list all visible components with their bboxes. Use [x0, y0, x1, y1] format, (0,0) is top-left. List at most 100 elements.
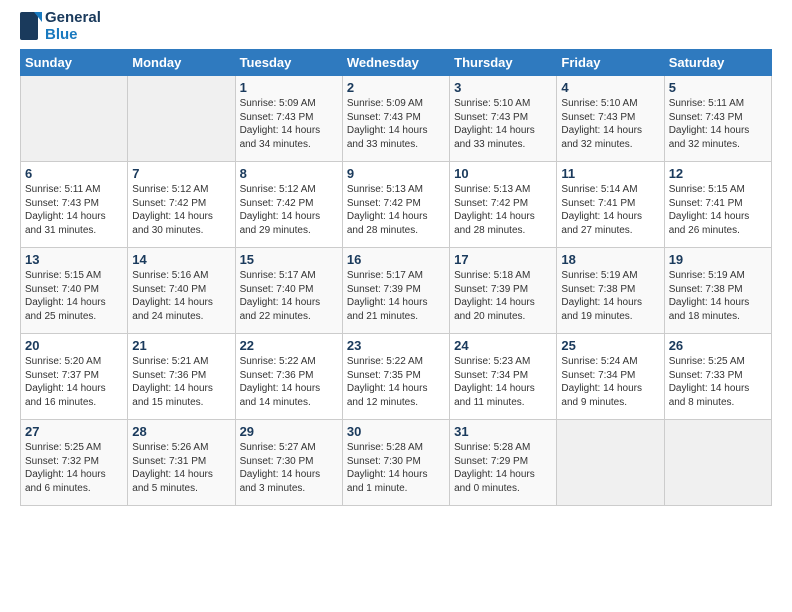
day-info: Sunrise: 5:10 AM Sunset: 7:43 PM Dayligh… — [561, 97, 659, 151]
calendar-cell: 10 Sunrise: 5:13 AM Sunset: 7:42 PM Dayli… — [450, 162, 557, 248]
weekday-header-saturday: Saturday — [664, 50, 771, 76]
day-info: Sunrise: 5:17 AM Sunset: 7:39 PM Dayligh… — [347, 269, 445, 323]
day-info: Sunrise: 5:21 AM Sunset: 7:36 PM Dayligh… — [132, 355, 230, 409]
calendar-body: 1 Sunrise: 5:09 AM Sunset: 7:43 PM Daylig… — [21, 76, 772, 506]
calendar-cell: 3Sunrise: 5:10 AM Sunset: 7:43 PM Daylig… — [450, 76, 557, 162]
day-number: 2 — [347, 80, 445, 95]
day-info: Sunrise: 5:13 AM Sunset: 7:42 PM Dayligh… — [454, 183, 552, 237]
calendar-cell: 18 Sunrise: 5:19 AM Sunset: 7:38 PM Dayli… — [557, 248, 664, 334]
calendar-cell: 7 Sunrise: 5:12 AM Sunset: 7:42 PM Daylig… — [128, 162, 235, 248]
calendar-cell: 24Sunrise: 5:23 AM Sunset: 7:34 PM Dayli… — [450, 334, 557, 420]
calendar-cell: 14 Sunrise: 5:16 AM Sunset: 7:40 PM Dayli… — [128, 248, 235, 334]
day-info: Sunrise: 5:13 AM Sunset: 7:42 PM Dayligh… — [347, 183, 445, 237]
calendar-cell — [664, 420, 771, 506]
day-number: 13 — [25, 252, 123, 267]
day-info: Sunrise: 5:28 AM Sunset: 7:29 PM Dayligh… — [454, 441, 552, 495]
logo-words: General Blue — [45, 10, 101, 43]
day-number: 1 — [240, 80, 338, 95]
day-number: 31 — [454, 424, 552, 439]
day-number: 5 — [669, 80, 767, 95]
calendar-cell: 1Sunrise: 5:09 AM Sunset: 7:43 PM Daylig… — [235, 76, 342, 162]
day-number: 18 — [561, 252, 659, 267]
day-number: 10 — [454, 166, 552, 181]
day-info: Sunrise: 5:24 AM Sunset: 7:34 PM Dayligh… — [561, 355, 659, 409]
day-info: Sunrise: 5:16 AM Sunset: 7:40 PM Dayligh… — [132, 269, 230, 323]
day-info: Sunrise: 5:12 AM Sunset: 7:42 PM Dayligh… — [132, 183, 230, 237]
day-info: Sunrise: 5:25 AM Sunset: 7:32 PM Dayligh… — [25, 441, 123, 495]
calendar-cell: 2 Sunrise: 5:09 AM Sunset: 7:43 PM Daylig… — [342, 76, 449, 162]
weekday-header-sunday: Sunday — [21, 50, 128, 76]
calendar-cell — [128, 76, 235, 162]
calendar-cell: 28 Sunrise: 5:26 AM Sunset: 7:31 PM Dayli… — [128, 420, 235, 506]
week-row-3: 13 Sunrise: 5:15 AM Sunset: 7:40 PM Dayli… — [21, 248, 772, 334]
weekday-header-monday: Monday — [128, 50, 235, 76]
day-info: Sunrise: 5:10 AM Sunset: 7:43 PM Dayligh… — [454, 97, 552, 151]
day-info: Sunrise: 5:22 AM Sunset: 7:35 PM Dayligh… — [347, 355, 445, 409]
calendar-cell: 15Sunrise: 5:17 AM Sunset: 7:40 PM Dayli… — [235, 248, 342, 334]
weekday-header-friday: Friday — [557, 50, 664, 76]
day-number: 9 — [347, 166, 445, 181]
logo-blue: Blue — [45, 27, 101, 44]
day-info: Sunrise: 5:22 AM Sunset: 7:36 PM Dayligh… — [240, 355, 338, 409]
day-number: 12 — [669, 166, 767, 181]
day-number: 7 — [132, 166, 230, 181]
day-info: Sunrise: 5:09 AM Sunset: 7:43 PM Dayligh… — [347, 97, 445, 151]
calendar-cell: 6Sunrise: 5:11 AM Sunset: 7:43 PM Daylig… — [21, 162, 128, 248]
day-info: Sunrise: 5:19 AM Sunset: 7:38 PM Dayligh… — [669, 269, 767, 323]
calendar-cell: 22 Sunrise: 5:22 AM Sunset: 7:36 PM Dayli… — [235, 334, 342, 420]
logo-general: General — [45, 10, 101, 27]
day-number: 22 — [240, 338, 338, 353]
day-info: Sunrise: 5:26 AM Sunset: 7:31 PM Dayligh… — [132, 441, 230, 495]
day-number: 20 — [25, 338, 123, 353]
day-number: 4 — [561, 80, 659, 95]
calendar-cell: 8Sunrise: 5:12 AM Sunset: 7:42 PM Daylig… — [235, 162, 342, 248]
calendar-cell — [557, 420, 664, 506]
calendar-cell: 21Sunrise: 5:21 AM Sunset: 7:36 PM Dayli… — [128, 334, 235, 420]
calendar-cell: 16Sunrise: 5:17 AM Sunset: 7:39 PM Dayli… — [342, 248, 449, 334]
calendar-cell: 23Sunrise: 5:22 AM Sunset: 7:35 PM Dayli… — [342, 334, 449, 420]
calendar-cell: 19 Sunrise: 5:19 AM Sunset: 7:38 PM Dayli… — [664, 248, 771, 334]
weekday-header-row: SundayMondayTuesdayWednesdayThursdayFrid… — [21, 50, 772, 76]
calendar-cell — [21, 76, 128, 162]
day-info: Sunrise: 5:11 AM Sunset: 7:43 PM Dayligh… — [669, 97, 767, 151]
calendar-cell: 5 Sunrise: 5:11 AM Sunset: 7:43 PM Daylig… — [664, 76, 771, 162]
calendar-cell: 31 Sunrise: 5:28 AM Sunset: 7:29 PM Dayli… — [450, 420, 557, 506]
day-info: Sunrise: 5:18 AM Sunset: 7:39 PM Dayligh… — [454, 269, 552, 323]
day-number: 19 — [669, 252, 767, 267]
week-row-5: 27Sunrise: 5:25 AM Sunset: 7:32 PM Dayli… — [21, 420, 772, 506]
day-info: Sunrise: 5:20 AM Sunset: 7:37 PM Dayligh… — [25, 355, 123, 409]
calendar-cell: 29Sunrise: 5:27 AM Sunset: 7:30 PM Dayli… — [235, 420, 342, 506]
week-row-4: 20 Sunrise: 5:20 AM Sunset: 7:37 PM Dayli… — [21, 334, 772, 420]
week-row-1: 1 Sunrise: 5:09 AM Sunset: 7:43 PM Daylig… — [21, 76, 772, 162]
weekday-header-tuesday: Tuesday — [235, 50, 342, 76]
day-number: 25 — [561, 338, 659, 353]
logo-text-block: General Blue — [20, 10, 101, 43]
logo: General Blue — [20, 10, 101, 43]
calendar-cell: 9 Sunrise: 5:13 AM Sunset: 7:42 PM Daylig… — [342, 162, 449, 248]
day-info: Sunrise: 5:25 AM Sunset: 7:33 PM Dayligh… — [669, 355, 767, 409]
day-number: 29 — [240, 424, 338, 439]
weekday-header-thursday: Thursday — [450, 50, 557, 76]
day-number: 30 — [347, 424, 445, 439]
day-number: 14 — [132, 252, 230, 267]
calendar-cell: 27Sunrise: 5:25 AM Sunset: 7:32 PM Dayli… — [21, 420, 128, 506]
calendar-table: SundayMondayTuesdayWednesdayThursdayFrid… — [20, 49, 772, 506]
calendar-cell: 30Sunrise: 5:28 AM Sunset: 7:30 PM Dayli… — [342, 420, 449, 506]
calendar-cell: 12Sunrise: 5:15 AM Sunset: 7:41 PM Dayli… — [664, 162, 771, 248]
day-number: 28 — [132, 424, 230, 439]
day-info: Sunrise: 5:17 AM Sunset: 7:40 PM Dayligh… — [240, 269, 338, 323]
calendar-cell: 20 Sunrise: 5:20 AM Sunset: 7:37 PM Dayli… — [21, 334, 128, 420]
calendar-cell: 4 Sunrise: 5:10 AM Sunset: 7:43 PM Daylig… — [557, 76, 664, 162]
day-number: 6 — [25, 166, 123, 181]
week-row-2: 6Sunrise: 5:11 AM Sunset: 7:43 PM Daylig… — [21, 162, 772, 248]
day-info: Sunrise: 5:19 AM Sunset: 7:38 PM Dayligh… — [561, 269, 659, 323]
day-number: 17 — [454, 252, 552, 267]
calendar-cell: 25 Sunrise: 5:24 AM Sunset: 7:34 PM Dayli… — [557, 334, 664, 420]
page-header: General Blue — [20, 10, 772, 43]
day-info: Sunrise: 5:12 AM Sunset: 7:42 PM Dayligh… — [240, 183, 338, 237]
day-number: 26 — [669, 338, 767, 353]
calendar-cell: 26 Sunrise: 5:25 AM Sunset: 7:33 PM Dayli… — [664, 334, 771, 420]
day-info: Sunrise: 5:15 AM Sunset: 7:40 PM Dayligh… — [25, 269, 123, 323]
day-info: Sunrise: 5:14 AM Sunset: 7:41 PM Dayligh… — [561, 183, 659, 237]
day-info: Sunrise: 5:23 AM Sunset: 7:34 PM Dayligh… — [454, 355, 552, 409]
